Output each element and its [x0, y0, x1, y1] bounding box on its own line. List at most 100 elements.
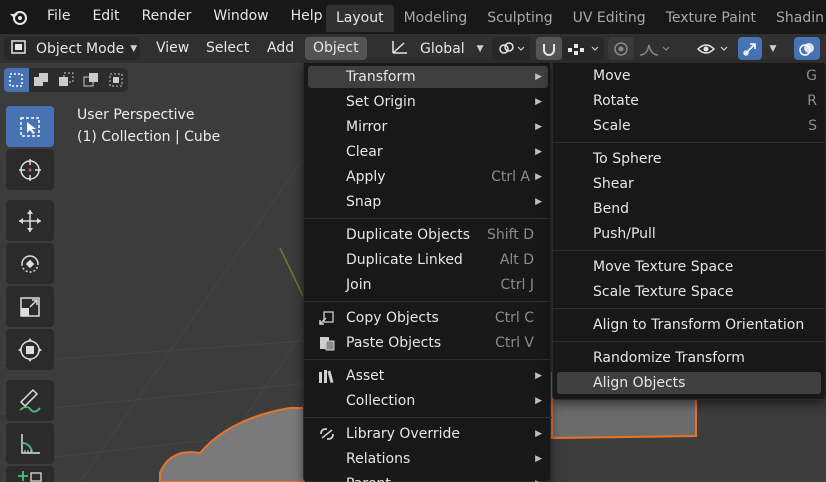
tab-shading[interactable]: Shadin	[766, 5, 826, 32]
pivot-point-button[interactable]	[492, 37, 530, 60]
tab-texture-paint[interactable]: Texture Paint	[656, 5, 766, 32]
transform-menu-item[interactable]: Push/Pull	[557, 223, 821, 245]
object-menu-item[interactable]: Apply Ctrl A ▶	[308, 166, 548, 188]
header-menu-view[interactable]: View	[148, 37, 197, 60]
chevron-down-icon: ▼	[769, 43, 777, 54]
add-cube-tool-icon[interactable]	[6, 466, 54, 482]
proportional-editing-icon[interactable]	[608, 37, 634, 60]
select-subtract-icon[interactable]	[54, 68, 79, 92]
select-set-icon[interactable]	[4, 68, 29, 92]
gizmo-toggle-icon[interactable]	[738, 37, 762, 60]
tab-sculpting[interactable]: Sculpting	[477, 5, 562, 32]
submenu-arrow-icon: ▶	[535, 147, 542, 157]
transform-menu-item[interactable]: Move Texture Space	[557, 256, 821, 278]
transform-menu-item[interactable]: Shear	[557, 173, 821, 195]
transform-menu-item[interactable]: To Sphere	[557, 148, 821, 170]
mode-dropdown[interactable]: Object Mode ▼	[4, 37, 140, 60]
annotate-tool-icon[interactable]	[6, 380, 54, 421]
header-menu-select[interactable]: Select	[198, 37, 257, 60]
object-menu-item[interactable]: Transform ▶	[308, 66, 548, 88]
object-menu-item-label: Clear	[346, 144, 383, 160]
object-menu-item-label: Paste Objects	[346, 335, 442, 351]
workspace-tabs: Layout Modeling Sculpting UV Editing Tex…	[326, 5, 826, 32]
object-menu-item[interactable]: Collection ▶	[308, 390, 548, 412]
select-invert-icon[interactable]	[78, 68, 103, 92]
object-menu-item[interactable]: Relations ▶	[308, 448, 548, 470]
transform-menu-item[interactable]: Rotate R	[557, 90, 821, 112]
header-menu-add[interactable]: Add	[259, 37, 302, 60]
object-menu-item-shortcut: Ctrl J	[500, 277, 535, 293]
measure-tool-icon[interactable]	[6, 423, 54, 464]
object-menu-item-shortcut: Alt D	[499, 252, 534, 268]
transform-menu-item[interactable]: Align to Transform Orientation	[557, 314, 821, 336]
falloff-dropdown[interactable]	[634, 37, 676, 60]
transform-menu-item-shortcut: S	[808, 118, 817, 134]
transform-orientation-dropdown[interactable]: Global ▼	[386, 37, 484, 60]
transform-menu-item-label: Randomize Transform	[593, 350, 745, 366]
object-menu-item[interactable]: Duplicate Linked Alt D	[308, 249, 548, 271]
gizmo-dropdown[interactable]: ▼	[762, 37, 784, 60]
move-tool-icon[interactable]	[6, 200, 54, 241]
object-menu-item[interactable]: Parent ▶	[308, 473, 548, 482]
transform-menu-item-label: Bend	[593, 201, 629, 217]
object-menu-item[interactable]: Join Ctrl J	[308, 274, 548, 296]
menu-file[interactable]: File	[36, 0, 81, 34]
tab-modeling[interactable]: Modeling	[394, 5, 478, 32]
transform-menu-item[interactable]: Bend	[557, 198, 821, 220]
visibility-dropdown[interactable]	[692, 37, 734, 60]
header-menu-object[interactable]: Object	[305, 37, 367, 60]
menu-separator	[553, 250, 826, 251]
tab-layout[interactable]: Layout	[326, 5, 394, 32]
selection-mode-group	[4, 68, 128, 92]
rotate-tool-icon[interactable]	[6, 243, 54, 284]
submenu-arrow-icon: ▶	[535, 97, 542, 107]
object-menu-item[interactable]: Library Override ▶	[308, 423, 548, 445]
transform-menu-item[interactable]: Align Objects	[557, 372, 821, 394]
object-menu-item[interactable]: Copy Objects Ctrl C	[308, 307, 548, 329]
menu-window[interactable]: Window	[202, 0, 279, 34]
transform-menu-item-shortcut: R	[807, 93, 817, 109]
menu-separator	[553, 308, 826, 309]
object-menu-item[interactable]: Duplicate Objects Shift D	[308, 224, 548, 246]
snap-target-button[interactable]	[562, 37, 604, 60]
object-menu: Transform ▶ Set Origin ▶ Mirror ▶ Clear ▶ Apply C…	[303, 62, 552, 482]
cursor-tool-icon[interactable]	[6, 149, 54, 190]
chevron-down-icon: ▼	[130, 43, 138, 54]
menu-render[interactable]: Render	[131, 0, 203, 34]
object-menu-item[interactable]: Asset ▶	[308, 365, 548, 387]
object-menu-item[interactable]: Clear ▶	[308, 141, 548, 163]
object-mode-icon	[10, 39, 28, 59]
object-menu-item[interactable]: Set Origin ▶	[308, 91, 548, 113]
transform-menu-item-label: Align to Transform Orientation	[593, 317, 805, 333]
object-menu-item[interactable]: Snap ▶	[308, 191, 548, 213]
snap-toggle-icon[interactable]	[536, 37, 562, 60]
chevron-down-icon: ▼	[476, 43, 484, 54]
transform-menu-item[interactable]: Randomize Transform	[557, 347, 821, 369]
menu-separator	[304, 218, 552, 219]
object-menu-item-label: Apply	[346, 169, 386, 185]
tab-uv-editing[interactable]: UV Editing	[563, 5, 656, 32]
object-menu-item-label: Duplicate Objects	[346, 227, 471, 243]
orientation-icon	[390, 38, 410, 60]
copy-icon	[318, 310, 336, 326]
object-menu-item[interactable]: Paste Objects Ctrl V	[308, 332, 548, 354]
menu-edit[interactable]: Edit	[81, 0, 130, 34]
transform-menu-item-label: Align Objects	[593, 375, 686, 391]
object-menu-item[interactable]: Mirror ▶	[308, 116, 548, 138]
transform-menu-item[interactable]: Scale S	[557, 115, 821, 137]
menu-separator	[304, 359, 552, 360]
select-tool-icon[interactable]	[6, 106, 54, 147]
transform-tool-icon[interactable]	[6, 329, 54, 370]
select-intersect-icon[interactable]	[103, 68, 128, 92]
library-override-icon	[318, 426, 336, 442]
overlays-toggle-icon[interactable]	[794, 37, 820, 60]
transform-menu-item[interactable]: Scale Texture Space	[557, 281, 821, 303]
object-menu-item-label: Relations	[346, 451, 411, 467]
object-menu-item-shortcut: Shift D	[486, 227, 534, 243]
select-extend-icon[interactable]	[29, 68, 54, 92]
transform-menu-item[interactable]: Move G	[557, 65, 821, 87]
object-menu-item-label: Asset	[346, 368, 385, 384]
scale-tool-icon[interactable]	[6, 286, 54, 327]
blender-logo-icon[interactable]	[0, 0, 36, 34]
transform-menu-item-label: Scale Texture Space	[593, 284, 734, 300]
